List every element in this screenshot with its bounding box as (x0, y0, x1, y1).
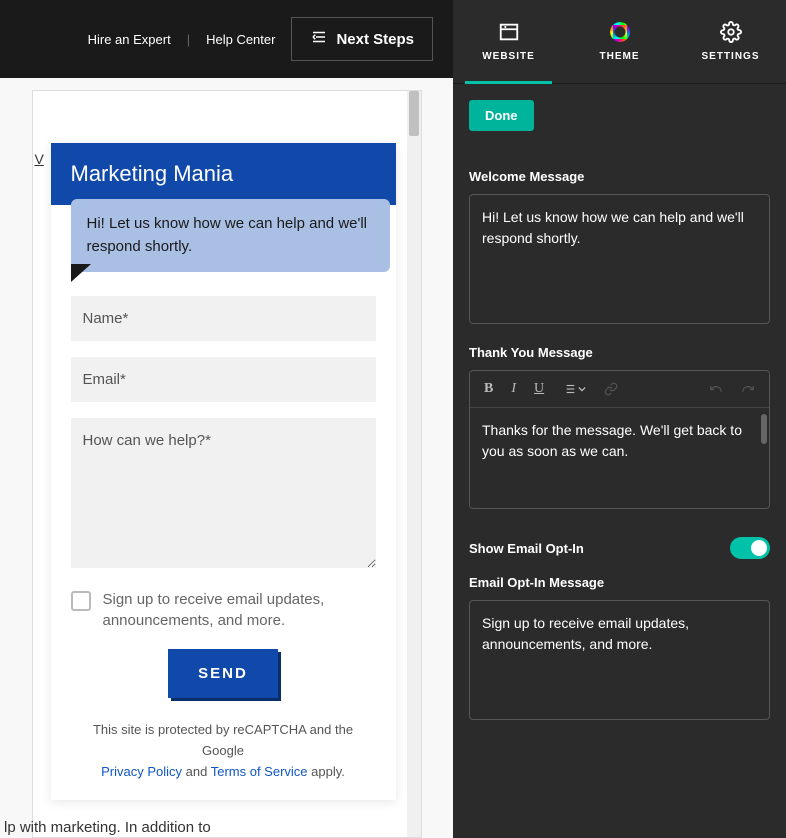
apply-text: apply. (308, 764, 345, 779)
optin-row: Sign up to receive email updates, announ… (71, 589, 376, 631)
bubble-container: Hi! Let us know how we can help and we'l… (51, 205, 396, 278)
next-steps-button[interactable]: Next Steps (291, 17, 433, 61)
tab-settings[interactable]: SETTINGS (675, 0, 786, 83)
help-center-link[interactable]: Help Center (206, 32, 275, 47)
link-icon[interactable] (604, 382, 618, 396)
settings-panel: WEBSITE THEME SETTINGS Done Welcome Mess… (453, 0, 786, 838)
thankyou-message-label: Thank You Message (469, 345, 770, 360)
top-bar: Hire an Expert | Help Center Next Steps (0, 0, 453, 78)
gear-icon (720, 21, 742, 43)
optin-text: Sign up to receive email updates, announ… (103, 589, 376, 631)
scrollbar-track[interactable] (407, 91, 421, 837)
redo-icon[interactable] (741, 382, 755, 396)
thankyou-text: Thanks for the message. We'll get back t… (482, 422, 742, 459)
overflow-char: V (35, 151, 44, 167)
tab-theme-label: THEME (600, 51, 640, 62)
panel-body: Done Welcome Message Hi! Let us know how… (453, 84, 786, 838)
terms-link[interactable]: Terms of Service (211, 764, 308, 779)
done-button[interactable]: Done (469, 100, 534, 131)
message-textarea[interactable] (71, 418, 376, 568)
website-icon (498, 21, 520, 43)
welcome-bubble: Hi! Let us know how we can help and we'l… (71, 199, 390, 272)
chat-widget: Marketing Mania Hi! Let us know how we c… (51, 143, 396, 800)
scrollbar-thumb[interactable] (409, 91, 419, 136)
preview-area: V Marketing Mania Hi! Let us know how we… (0, 78, 453, 838)
preview-frame: V Marketing Mania Hi! Let us know how we… (32, 90, 422, 838)
optin-toggle[interactable] (730, 537, 770, 559)
privacy-policy-link[interactable]: Privacy Policy (101, 764, 182, 779)
send-button[interactable]: SEND (168, 649, 278, 698)
tab-theme[interactable]: THEME (564, 0, 675, 83)
hire-expert-link[interactable]: Hire an Expert (88, 32, 171, 47)
separator: | (187, 32, 190, 47)
rte-toolbar: B I U (470, 371, 769, 408)
welcome-message-textarea[interactable]: Hi! Let us know how we can help and we'l… (469, 194, 770, 324)
list-dropdown-icon[interactable] (562, 382, 586, 396)
panel-tabs: WEBSITE THEME SETTINGS (453, 0, 786, 84)
rte-scrollbar[interactable] (761, 414, 767, 444)
optin-message-textarea[interactable]: Sign up to receive email updates, announ… (469, 600, 770, 720)
bold-icon[interactable]: B (484, 381, 493, 397)
name-input[interactable] (71, 296, 376, 341)
recaptcha-prefix: This site is protected by reCAPTCHA and … (93, 722, 353, 758)
tab-website-label: WEBSITE (482, 51, 535, 62)
optin-checkbox[interactable] (71, 591, 91, 611)
and-text: and (182, 764, 211, 779)
optin-message-label: Email Opt-In Message (469, 575, 770, 590)
optin-toggle-label: Show Email Opt-In (469, 541, 584, 556)
list-icon (310, 28, 328, 50)
italic-icon[interactable]: I (511, 381, 516, 397)
preview-panel: Hire an Expert | Help Center Next Steps … (0, 0, 453, 838)
overflow-text: lp with marketing. In addition to (0, 817, 215, 838)
chat-header-title: Marketing Mania (51, 143, 396, 205)
undo-icon[interactable] (709, 382, 723, 396)
toggle-knob (751, 540, 767, 556)
optin-toggle-row: Show Email Opt-In (469, 537, 770, 559)
thankyou-editor: B I U Thanks for the message. We'll (469, 370, 770, 509)
next-steps-label: Next Steps (336, 31, 414, 48)
tab-settings-label: SETTINGS (701, 51, 759, 62)
tab-website[interactable]: WEBSITE (453, 0, 564, 83)
chat-form: Sign up to receive email updates, announ… (51, 286, 396, 800)
underline-icon[interactable]: U (534, 381, 544, 397)
thankyou-content[interactable]: Thanks for the message. We'll get back t… (470, 408, 769, 508)
bubble-tail-icon (71, 264, 91, 282)
theme-icon (609, 21, 631, 43)
recaptcha-notice: This site is protected by reCAPTCHA and … (71, 720, 376, 782)
email-input[interactable] (71, 357, 376, 402)
welcome-message-label: Welcome Message (469, 169, 770, 184)
